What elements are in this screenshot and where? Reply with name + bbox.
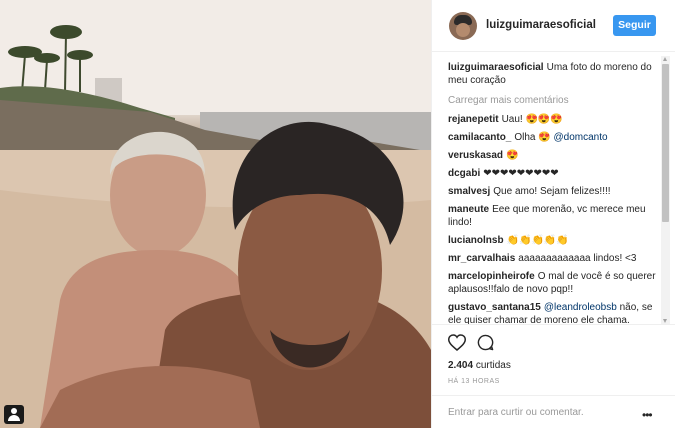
list-item: camilacanto_ Olha 😍 @domcanto: [448, 131, 664, 144]
comment-username[interactable]: smalvesj: [448, 186, 490, 197]
header-username[interactable]: luizguimaraesoficial: [486, 19, 596, 31]
comment-text: ❤❤❤❤❤❤❤❤❤: [483, 168, 559, 179]
comment-text: Olha 😍: [514, 132, 554, 143]
comment-username[interactable]: veruskasad: [448, 150, 503, 161]
comment-username[interactable]: maneute: [448, 204, 489, 215]
likes-number: 2.404: [448, 360, 474, 371]
comment-icon[interactable]: [477, 334, 494, 356]
more-options-icon[interactable]: •••: [642, 408, 653, 422]
comment-username[interactable]: marcelopinheirofe: [448, 271, 535, 282]
scroll-down-icon[interactable]: [663, 319, 667, 323]
list-item: veruskasad 😍: [448, 149, 664, 162]
comment-text: Que amo! Sejam felizes!!!!: [493, 186, 611, 197]
list-item: smalvesj Que amo! Sejam felizes!!!!: [448, 185, 664, 198]
heart-icon[interactable]: [447, 334, 467, 356]
comment-text: Uau! 😍😍😍: [501, 114, 563, 125]
comment-text: 😍: [506, 150, 519, 161]
list-item: marcelopinheirofe O mal de você é so quer…: [448, 270, 664, 296]
likes-label: curtidas: [475, 360, 511, 371]
comment-username[interactable]: camilacanto_: [448, 132, 511, 143]
comment-text: 👏👏👏👏👏: [506, 235, 569, 246]
list-item: dcgabi ❤❤❤❤❤❤❤❤❤: [448, 167, 664, 180]
comment-mention-link[interactable]: @domcanto: [554, 132, 608, 143]
list-item: gustavo_santana15 @leandroleobsb não, se …: [448, 301, 664, 324]
post-photo[interactable]: [0, 0, 431, 428]
comments-list: luizguimaraesoficial Uma foto do moreno d…: [448, 61, 664, 324]
post-timestamp: HÁ 13 HORAS: [448, 378, 500, 385]
comment-username[interactable]: dcgabi: [448, 168, 480, 179]
beach-selfie-image: [0, 0, 431, 428]
scrollbar-thumb[interactable]: [662, 64, 669, 222]
avatar[interactable]: [449, 12, 477, 40]
caption-username[interactable]: luizguimaraesoficial: [448, 62, 544, 73]
comment-text: aaaaaaaaaaaaa lindos! <3: [518, 253, 637, 264]
user-tag-icon[interactable]: [4, 405, 24, 424]
caption: luizguimaraesoficial Uma foto do moreno d…: [448, 61, 664, 87]
list-item: rejanepetit Uau! 😍😍😍: [448, 113, 664, 126]
scroll-up-icon[interactable]: [663, 57, 667, 61]
comment-username[interactable]: lucianolnsb: [448, 235, 504, 246]
comment-username[interactable]: rejanepetit: [448, 114, 499, 125]
comments-scrollbar[interactable]: [661, 56, 670, 324]
login-to-comment-link[interactable]: Entrar para curtir ou comentar.: [448, 407, 584, 418]
post-actions: 2.404 curtidas HÁ 13 HORAS Entrar para c…: [432, 324, 675, 428]
add-comment-section: Entrar para curtir ou comentar. •••: [432, 395, 675, 429]
list-item: maneute Eee que morenão, vc merece meu li…: [448, 203, 664, 229]
post-header: luizguimaraesoficial Seguir: [432, 0, 675, 52]
list-item: mr_carvalhais aaaaaaaaaaaaa lindos! <3: [448, 252, 664, 265]
follow-button[interactable]: Seguir: [613, 15, 656, 36]
load-more-comments-link[interactable]: Carregar mais comentários: [448, 94, 664, 107]
comment-username[interactable]: mr_carvalhais: [448, 253, 515, 264]
comment-username[interactable]: gustavo_santana15: [448, 302, 541, 313]
comment-mention-link[interactable]: @leandroleobsb: [544, 302, 617, 313]
list-item: lucianolnsb 👏👏👏👏👏: [448, 234, 664, 247]
likes-count[interactable]: 2.404 curtidas: [448, 360, 511, 371]
post-side-panel: luizguimaraesoficial Seguir luizguimarae…: [431, 0, 675, 428]
